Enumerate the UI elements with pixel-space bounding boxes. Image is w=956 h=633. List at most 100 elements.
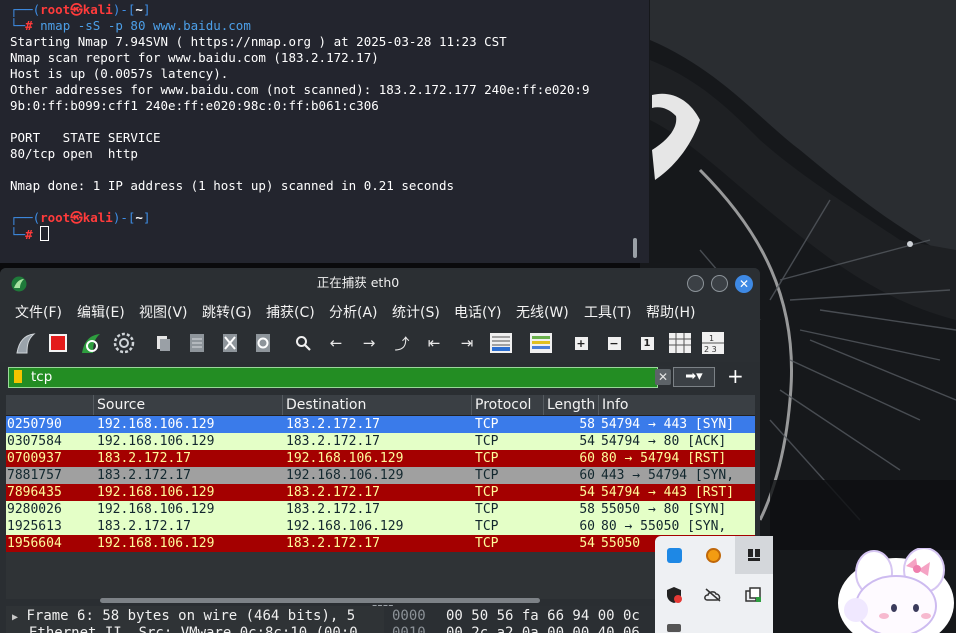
terminal-output-line: Nmap scan report for www.baidu.com (183.… <box>10 50 379 65</box>
column-header-protocol[interactable]: Protocol <box>471 395 543 415</box>
tray-app-icon-blue[interactable] <box>656 537 692 573</box>
packet-cell-src: 183.2.172.17 <box>97 468 191 483</box>
minimize-button[interactable] <box>687 275 704 292</box>
menu-help[interactable]: 帮助(H) <box>646 302 695 322</box>
packet-cell-dst: 192.168.106.129 <box>286 451 404 466</box>
tray-dock-icon[interactable] <box>735 536 773 574</box>
tray-vm-tools-icon[interactable] <box>735 577 771 613</box>
terminal-window[interactable]: ┌──(root㉿kali)-[~] └─# nmap -sS -p 80 ww… <box>0 0 649 263</box>
terminal-cursor <box>40 226 50 241</box>
table-row[interactable]: 9280026 192.168.106.129 183.2.172.17 TCP 58 5… <box>6 501 755 518</box>
close-file-icon[interactable] <box>217 330 243 356</box>
main-toolbar: ← → ⤴ ⇤ ⇥ + − 1 12 3 <box>0 324 760 362</box>
packet-cell-proto: TCP <box>475 485 499 500</box>
tray-clock-app-icon[interactable] <box>695 537 731 573</box>
restart-capture-icon[interactable] <box>78 330 104 356</box>
menu-file[interactable]: 文件(F) <box>15 302 62 322</box>
zoom-in-icon[interactable]: + <box>568 330 594 356</box>
go-back-arrow-icon[interactable]: ← <box>323 330 349 356</box>
packet-cell-len: 60 <box>579 468 595 483</box>
tray-onedrive-offline-icon[interactable] <box>695 577 731 613</box>
packet-cell-src: 192.168.106.129 <box>97 502 215 517</box>
packet-cell-proto: TCP <box>475 451 499 466</box>
terminal-prompt-line-2: ┌──(root㉿kali)-[~] <box>10 210 151 225</box>
column-header-info[interactable]: Info <box>598 395 755 415</box>
prompt-dir: ~ <box>135 2 143 17</box>
go-forward-arrow-icon[interactable]: → <box>356 330 382 356</box>
display-filter-bar: tcp ✕ ➡▾ + <box>6 364 744 390</box>
terminal-scrollbar[interactable] <box>633 238 637 258</box>
packet-cell-time: 9280026 <box>7 502 62 517</box>
detail-tree-row-ethernet[interactable]: Ethernet II, Src: VMware_0c:8c:10 (00:0 <box>29 625 358 633</box>
menu-wireless[interactable]: 无线(W) <box>516 302 569 322</box>
packet-cell-dst: 183.2.172.17 <box>286 502 380 517</box>
table-row[interactable]: 7881757 183.2.172.17 192.168.106.129 TCP 60 4… <box>6 467 755 484</box>
normal-size-icon[interactable]: 1 <box>634 330 660 356</box>
tray-security-shield-icon[interactable] <box>656 577 692 613</box>
zoom-out-icon[interactable]: − <box>601 330 627 356</box>
packet-cell-proto: TCP <box>475 468 499 483</box>
packet-cell-info: 55050 → 80 [SYN] <box>601 502 727 517</box>
column-header-destination[interactable]: Destination <box>282 395 471 415</box>
packet-cell-dst: 183.2.172.17 <box>286 485 380 500</box>
display-filter-text: tcp <box>31 369 53 385</box>
table-row[interactable]: 0700937 183.2.172.17 192.168.106.129 TCP 60 8… <box>6 450 755 467</box>
display-filter-input[interactable]: tcp <box>8 367 658 388</box>
capture-options-gear-icon[interactable] <box>111 330 137 356</box>
table-row[interactable]: 1925613 183.2.172.17 192.168.106.129 TCP 60 8… <box>6 518 755 535</box>
prompt-hash: # <box>25 18 33 33</box>
terminal-output-line: 80/tcp open http <box>10 146 138 161</box>
packet-list[interactable]: Source Destination Protocol Length Info … <box>6 395 755 599</box>
table-row[interactable]: 1956604 192.168.106.129 183.2.172.17 TCP 54 5… <box>6 535 755 552</box>
save-file-icon[interactable] <box>184 330 210 356</box>
packet-cell-time: 1925613 <box>7 519 62 534</box>
clear-filter-icon[interactable]: ✕ <box>655 369 671 385</box>
column-header-time[interactable] <box>6 395 93 415</box>
terminal-input-line[interactable]: └─# <box>10 226 50 242</box>
menu-go[interactable]: 跳转(G) <box>202 302 252 322</box>
packet-cell-dst: 183.2.172.17 <box>286 536 380 551</box>
packet-cell-len: 54 <box>579 485 595 500</box>
window-title: 正在捕获 eth0 <box>316 275 400 290</box>
packet-list-horizontal-scrollbar[interactable] <box>100 598 540 603</box>
reload-file-icon[interactable] <box>250 330 276 356</box>
packet-cell-info: 54794 → 443 [RST] <box>601 485 735 500</box>
menu-capture[interactable]: 捕获(C) <box>266 302 315 322</box>
colorize-icon[interactable] <box>528 330 554 356</box>
packet-cell-src: 192.168.106.129 <box>97 485 215 500</box>
prompt-host: kali <box>82 2 113 17</box>
table-row[interactable]: 7896435 192.168.106.129 183.2.172.17 TCP 54 5… <box>6 484 755 501</box>
table-row[interactable]: 0250790 192.168.106.129 183.2.172.17 TCP 58 5… <box>6 416 755 433</box>
packet-cell-info: 80 → 54794 [RST] <box>601 451 727 466</box>
first-packet-icon[interactable]: ⇤ <box>421 330 447 356</box>
packet-cell-info: 443 → 54794 [SYN, <box>601 468 735 483</box>
add-filter-button-icon[interactable]: + <box>727 364 744 388</box>
resize-columns-icon[interactable] <box>667 330 693 356</box>
menu-tools[interactable]: 工具(T) <box>584 302 631 322</box>
column-header-length[interactable]: Length <box>543 395 598 415</box>
title-bar[interactable]: 正在捕获 eth0 ✕ <box>0 268 760 298</box>
expand-arrow-icon[interactable]: ▶ <box>12 612 18 623</box>
maximize-button[interactable] <box>711 275 728 292</box>
auto-scroll-icon[interactable] <box>488 330 514 356</box>
menu-view[interactable]: 视图(V) <box>139 302 188 322</box>
menu-telephony[interactable]: 电话(Y) <box>454 302 501 322</box>
table-row[interactable]: 0307584 192.168.106.129 183.2.172.17 TCP 54 5… <box>6 433 755 450</box>
close-button[interactable]: ✕ <box>735 275 753 293</box>
tray-app-icon[interactable] <box>656 618 692 633</box>
go-to-packet-icon[interactable]: ⤴ <box>389 330 415 356</box>
menu-analyze[interactable]: 分析(A) <box>329 302 378 322</box>
last-packet-icon[interactable]: ⇥ <box>454 330 480 356</box>
detail-tree-row-frame[interactable]: ▶ Frame 6: 58 bytes on wire (464 bits), … <box>12 608 355 624</box>
prompt-hash: # <box>25 227 33 242</box>
stop-capture-icon[interactable] <box>45 330 71 356</box>
open-file-icon[interactable] <box>150 330 176 356</box>
apply-filter-button[interactable]: ➡▾ <box>673 367 715 387</box>
expand-subtrees-icon[interactable]: 12 3 <box>700 330 726 356</box>
start-capture-icon[interactable] <box>12 330 38 356</box>
menu-edit[interactable]: 编辑(E) <box>77 302 125 322</box>
filter-bookmark-icon[interactable] <box>14 370 22 383</box>
find-packet-search-icon[interactable] <box>290 330 316 356</box>
column-header-source[interactable]: Source <box>93 395 282 415</box>
menu-statistics[interactable]: 统计(S) <box>392 302 440 322</box>
